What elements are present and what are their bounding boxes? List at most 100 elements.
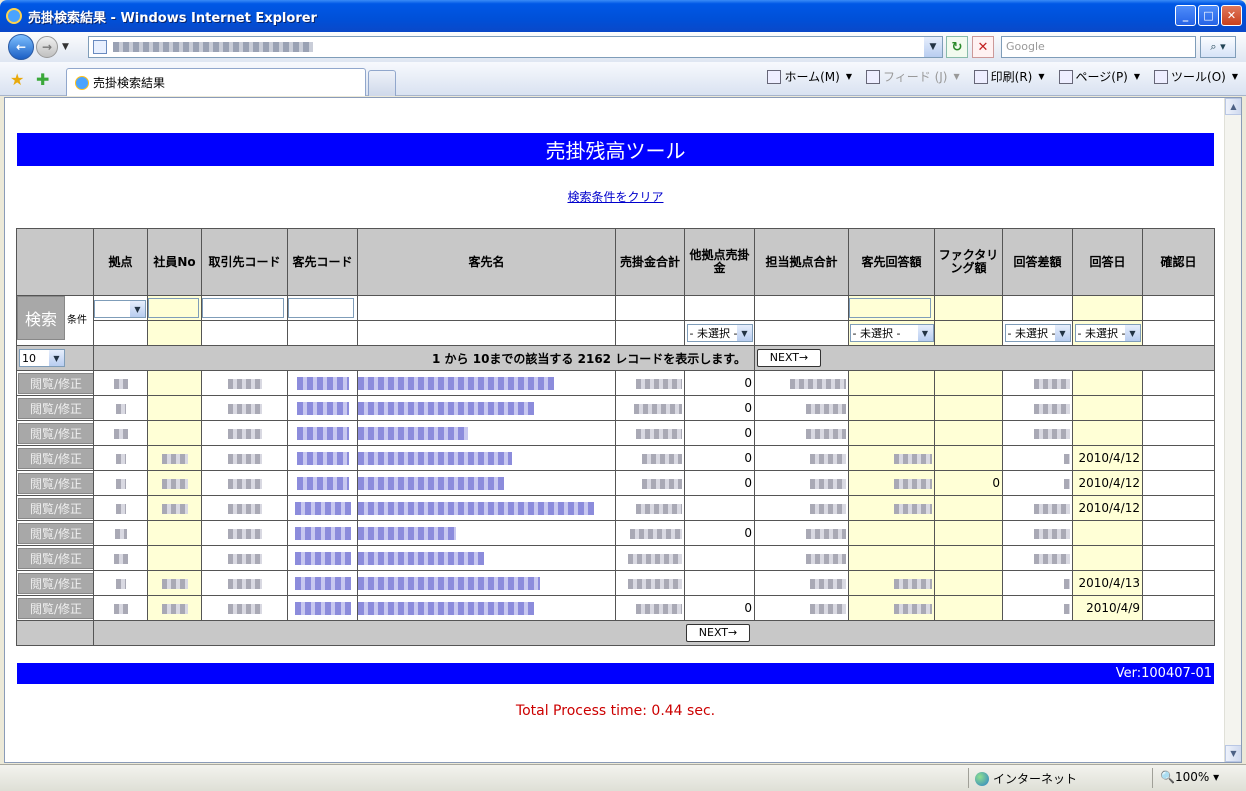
- header-blank: [16, 228, 94, 296]
- other-branch-value: 0: [684, 520, 755, 546]
- scroll-up-icon[interactable]: ▲: [1225, 98, 1241, 115]
- view-edit-button[interactable]: 閲覧/修正: [18, 372, 93, 394]
- clear-search-link[interactable]: 検索条件をクリア: [567, 190, 663, 204]
- favorites-star-icon[interactable]: ★: [10, 70, 24, 89]
- close-button[interactable]: ✕: [1221, 5, 1242, 26]
- search-submit-button[interactable]: 検索: [17, 296, 65, 340]
- table-row: 閲覧/修正 0: [16, 520, 1215, 546]
- zoom-level[interactable]: 🔍100% ▾: [1160, 770, 1219, 784]
- answer-date: [1072, 370, 1143, 396]
- view-edit-button[interactable]: 閲覧/修正: [18, 497, 93, 519]
- tab-title: 売掛検索結果: [93, 76, 166, 90]
- answer-date: [1072, 545, 1143, 571]
- page-icon: [93, 40, 107, 54]
- factoring-value: [934, 495, 1003, 521]
- table-row: 閲覧/修正 0 0 2010/4/12: [16, 470, 1215, 496]
- maximize-button[interactable]: □: [1198, 5, 1219, 26]
- view-edit-button[interactable]: 閲覧/修正: [18, 397, 93, 419]
- tools-command[interactable]: ツール(O) ▼: [1154, 68, 1238, 85]
- next-page-button-bottom[interactable]: NEXT→: [686, 624, 750, 642]
- results-table: 拠点 社員No 取引先コード 客先コード 客先名 売掛金合計 他拠点売掛金 担当…: [16, 228, 1215, 646]
- print-command[interactable]: 印刷(R) ▼: [973, 68, 1045, 85]
- scroll-down-icon[interactable]: ▼: [1225, 745, 1241, 762]
- process-time: Total Process time: 0.44 sec.: [515, 703, 716, 719]
- col-header: 担当拠点合計: [754, 228, 849, 296]
- page-command[interactable]: ページ(P) ▼: [1058, 68, 1140, 85]
- answer-diff-filter-select[interactable]: - 未選択 - ▼: [1004, 324, 1071, 342]
- answer-date: 2010/4/12: [1072, 445, 1143, 471]
- factoring-value: [934, 520, 1003, 546]
- search-button[interactable]: ⌕ ▾: [1200, 36, 1236, 58]
- other-branch-value: [684, 570, 755, 596]
- feed-command[interactable]: フィード (J) ▼: [866, 68, 960, 85]
- col-header: 社員No: [147, 228, 202, 296]
- other-branch-value: 0: [684, 420, 755, 446]
- other-branch-filter-select[interactable]: - 未選択 - ▼: [686, 324, 753, 342]
- customer-code-input[interactable]: [288, 298, 355, 318]
- view-edit-button[interactable]: 閲覧/修正: [18, 522, 93, 544]
- employee-no-input[interactable]: [148, 298, 199, 318]
- page-size-select[interactable]: 10 ▼: [19, 349, 65, 367]
- page-menu-icon: [1058, 69, 1073, 84]
- col-header: 取引先コード: [201, 228, 288, 296]
- col-header: 客先回答額: [848, 228, 935, 296]
- view-edit-button[interactable]: 閲覧/修正: [18, 447, 93, 469]
- search-input[interactable]: Google: [1001, 36, 1196, 58]
- minimize-button[interactable]: _: [1175, 5, 1196, 26]
- col-header: ファクタリング額: [934, 228, 1003, 296]
- stop-button[interactable]: ✕: [972, 36, 994, 58]
- view-edit-button[interactable]: 閲覧/修正: [18, 597, 93, 619]
- other-branch-value: [684, 545, 755, 571]
- col-header: 拠点: [93, 228, 148, 296]
- command-bar: ★ ✚ 売掛検索結果 ホーム(M) ▼ フィード (J) ▼ 印刷(R) ▼ ページ(…: [0, 62, 1246, 96]
- ie-logo-icon: [6, 8, 22, 24]
- refresh-button[interactable]: ↻: [946, 36, 968, 58]
- version-bar: Ver:100407-01: [17, 663, 1214, 684]
- table-row: 閲覧/修正 0: [16, 395, 1215, 421]
- answer-date: [1072, 420, 1143, 446]
- view-edit-button[interactable]: 閲覧/修正: [18, 422, 93, 444]
- answer-date: 2010/4/13: [1072, 570, 1143, 596]
- home-command[interactable]: ホーム(M) ▼: [767, 68, 852, 85]
- add-favorites-icon[interactable]: ✚: [36, 70, 49, 89]
- address-url-blurred: [113, 42, 313, 52]
- factoring-value: [934, 370, 1003, 396]
- answer-date: [1072, 520, 1143, 546]
- other-branch-value: 0: [684, 470, 755, 496]
- factoring-value: [934, 545, 1003, 571]
- gear-icon: [1154, 69, 1169, 84]
- address-dropdown-icon[interactable]: ▼: [924, 37, 942, 57]
- answer-date-filter-select[interactable]: - 未選択 - ▼: [1074, 324, 1141, 342]
- col-header: 客先名: [357, 228, 616, 296]
- table-row: 閲覧/修正 0 2010/4/12: [16, 445, 1215, 471]
- security-zone: インターネット: [993, 772, 1078, 786]
- supplier-code-input[interactable]: [202, 298, 284, 318]
- answer-date: 2010/4/9: [1072, 595, 1143, 621]
- history-dropdown-icon[interactable]: ▼: [62, 42, 69, 52]
- tab-page-icon: [75, 75, 89, 90]
- factoring-value: [934, 570, 1003, 596]
- col-header: 回答日: [1072, 228, 1143, 296]
- next-page-button-top[interactable]: NEXT→: [757, 349, 821, 367]
- new-tab-button[interactable]: [368, 70, 396, 96]
- branch-select[interactable]: ▼: [94, 300, 146, 318]
- status-bar: インターネット 🔍100% ▾: [0, 764, 1246, 791]
- answer-date: [1072, 395, 1143, 421]
- answer-amount-input[interactable]: [849, 298, 931, 318]
- forward-button[interactable]: →: [36, 36, 58, 58]
- tab-current[interactable]: 売掛検索結果: [66, 68, 366, 96]
- col-header: 売掛金合計: [615, 228, 685, 296]
- window-title: 売掛検索結果 - Windows Internet Explorer: [28, 10, 317, 26]
- search-cell: 検索 条件: [16, 295, 94, 346]
- feed-icon: [866, 69, 880, 84]
- condition-label: 条件: [67, 314, 87, 326]
- answer-amount-filter-select[interactable]: - 未選択 - ▼: [849, 324, 934, 342]
- view-edit-button[interactable]: 閲覧/修正: [18, 472, 93, 494]
- back-button[interactable]: ←: [8, 34, 34, 60]
- page-title: 売掛残高ツール: [17, 133, 1214, 166]
- factoring-value: 0: [934, 470, 1003, 496]
- vertical-scrollbar[interactable]: ▲ ▼: [1224, 98, 1241, 762]
- address-bar[interactable]: ▼: [88, 36, 943, 58]
- view-edit-button[interactable]: 閲覧/修正: [18, 572, 93, 594]
- view-edit-button[interactable]: 閲覧/修正: [18, 547, 93, 569]
